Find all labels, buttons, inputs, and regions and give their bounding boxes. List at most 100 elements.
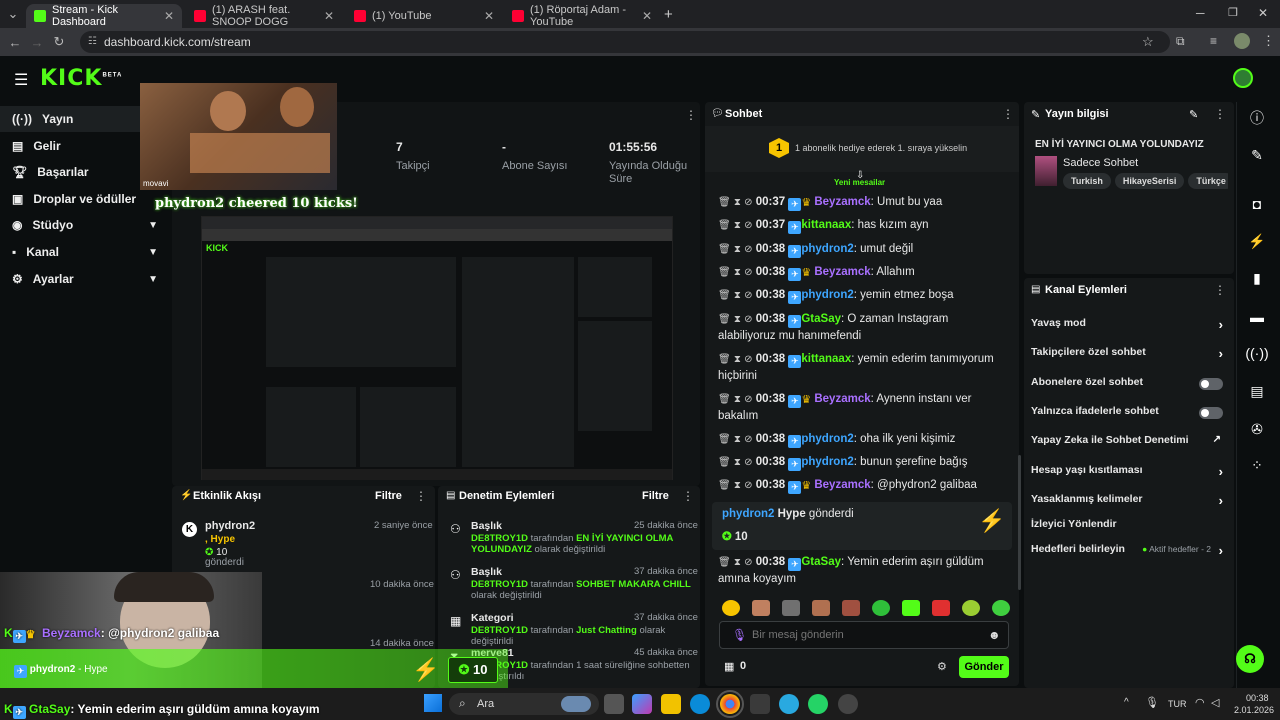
chevron-right-icon[interactable]: › bbox=[1219, 317, 1223, 332]
message-user[interactable]: phydron2 bbox=[801, 433, 853, 445]
language-indicator[interactable]: TUR bbox=[1168, 699, 1187, 709]
minimize-icon[interactable]: ─ bbox=[1196, 6, 1205, 20]
ban-icon[interactable]: ⊘ bbox=[744, 480, 752, 491]
ban-icon[interactable]: ⊘ bbox=[744, 197, 752, 208]
emote-icon[interactable] bbox=[902, 600, 920, 616]
app-icon[interactable] bbox=[838, 694, 858, 714]
taskbar-search[interactable]: ⌕ Ara bbox=[449, 693, 599, 715]
emote-icon[interactable] bbox=[842, 600, 860, 616]
chat-message[interactable]: 🗑︎ ⧗ ⊘ 00:38 ✈ kittanaax: yemin ederim ta… bbox=[718, 351, 1008, 385]
trash-icon[interactable]: 🗑︎ bbox=[718, 557, 731, 568]
message-user[interactable]: Beyzamck bbox=[814, 196, 870, 208]
tab-arash[interactable]: (1) ARASH feat. SNOOP DOGG ✕ bbox=[186, 4, 342, 28]
forward-icon[interactable]: → bbox=[26, 35, 48, 50]
trash-icon[interactable]: 🗑︎ bbox=[718, 394, 731, 405]
message-user[interactable]: phydron2 bbox=[801, 243, 853, 255]
tag[interactable]: Turkish bbox=[1063, 173, 1111, 189]
edge-icon[interactable] bbox=[690, 694, 710, 714]
channel-action-row[interactable]: Takipçilere özel sohbet › bbox=[1031, 346, 1229, 364]
trash-icon[interactable]: 🗑︎ bbox=[718, 244, 731, 255]
wrench-icon[interactable]: ✇ bbox=[1234, 414, 1280, 444]
channel-action-row[interactable]: Yavaş mod › bbox=[1031, 317, 1229, 335]
tab-youtube[interactable]: (1) YouTube ✕ bbox=[346, 4, 502, 28]
chat-message[interactable]: 🗑︎ ⧗ ⊘ 00:37 ✈ ♛ Beyzamck: Umut bu yaa bbox=[718, 194, 1008, 211]
emote-icon[interactable] bbox=[782, 600, 800, 616]
timeout-icon[interactable]: ⧗ bbox=[734, 557, 741, 568]
close-icon[interactable]: ✕ bbox=[164, 9, 174, 23]
message-user[interactable]: Beyzamck bbox=[814, 479, 870, 491]
activity-more-icon[interactable]: ⋮ bbox=[415, 489, 427, 503]
timeout-icon[interactable]: ⧗ bbox=[734, 220, 741, 231]
close-icon[interactable]: ✕ bbox=[484, 9, 494, 23]
channel-action-row[interactable]: Hedefleri belirleyin ● Aktif hedefler - 2… bbox=[1031, 543, 1229, 561]
message-user[interactable]: kittanaax bbox=[801, 353, 851, 365]
chat-bubble-icon[interactable]: ▬ bbox=[1234, 302, 1280, 332]
edit-icon[interactable]: ✎ bbox=[1189, 108, 1198, 121]
document-icon[interactable]: ▮ bbox=[1234, 263, 1280, 293]
flash-icon[interactable]: ⚡ bbox=[1234, 226, 1280, 256]
broadcast-rail-icon[interactable]: ((·)) bbox=[1234, 338, 1280, 368]
clock-date[interactable]: 2.01.2026 bbox=[1234, 705, 1274, 715]
sidebar-item-studyo[interactable]: ◉ Stüdyo ▼ bbox=[0, 212, 170, 238]
chat-message[interactable]: 🗑︎ ⧗ ⊘ 00:38 ✈ phydron2: bunun şerefine b… bbox=[718, 454, 1008, 471]
ban-icon[interactable]: ⊘ bbox=[744, 267, 752, 278]
trash-icon[interactable]: 🗑︎ bbox=[718, 197, 731, 208]
ban-icon[interactable]: ⊘ bbox=[744, 557, 752, 568]
chat-scrollbar[interactable] bbox=[1018, 455, 1021, 590]
chat-message[interactable]: 🗑︎ ⧗ ⊘ 00:38 ✈ phydron2: yemin etmez boşa bbox=[718, 287, 1008, 304]
trash-icon[interactable]: 🗑︎ bbox=[718, 267, 731, 278]
file-explorer-icon[interactable] bbox=[661, 694, 681, 714]
timeout-icon[interactable]: ⧗ bbox=[734, 244, 741, 255]
new-tab-icon[interactable]: + bbox=[664, 6, 673, 23]
mic-tray-icon[interactable]: 🎙︎ bbox=[1145, 696, 1159, 709]
store-icon[interactable] bbox=[750, 694, 770, 714]
emote-icon[interactable] bbox=[932, 600, 950, 616]
chevron-right-icon[interactable]: › bbox=[1219, 346, 1223, 361]
trash-icon[interactable]: 🗑︎ bbox=[718, 354, 731, 365]
activity-filter-button[interactable]: Filtre bbox=[375, 490, 402, 502]
timeout-icon[interactable]: ⧗ bbox=[734, 267, 741, 278]
ban-icon[interactable]: ⊘ bbox=[744, 220, 752, 231]
tab-search-icon[interactable]: ⌄ bbox=[2, 6, 24, 22]
telegram-icon[interactable] bbox=[779, 694, 799, 714]
bookmark-star-icon[interactable]: ☆ bbox=[1142, 34, 1154, 50]
extensions-icon[interactable]: ⧉ bbox=[1176, 34, 1185, 49]
tab-roportaj[interactable]: (1) Röportaj Adam - YouTube ✕ bbox=[504, 4, 660, 28]
copilot-icon[interactable] bbox=[632, 694, 652, 714]
task-view-icon[interactable] bbox=[604, 694, 624, 714]
timeout-icon[interactable]: ⧗ bbox=[734, 480, 741, 491]
sidebar-item-kanal[interactable]: ▪ Kanal ▼ bbox=[0, 239, 170, 265]
ban-icon[interactable]: ⊘ bbox=[744, 457, 752, 468]
timeout-icon[interactable]: ⧗ bbox=[734, 197, 741, 208]
message-user[interactable]: GtaSay bbox=[801, 556, 841, 568]
kick-logo[interactable]: KICKBETA bbox=[40, 66, 122, 91]
apps-icon[interactable]: ⁘ bbox=[1234, 450, 1280, 480]
maximize-icon[interactable]: ❐ bbox=[1228, 6, 1238, 19]
emote-icon[interactable] bbox=[872, 600, 890, 616]
message-user[interactable]: phydron2 bbox=[801, 456, 853, 468]
emote-icon[interactable] bbox=[812, 600, 830, 616]
ban-icon[interactable]: ⊘ bbox=[744, 434, 752, 445]
chevron-right-icon[interactable]: › bbox=[1219, 464, 1223, 479]
tray-chevron-icon[interactable]: ^ bbox=[1124, 697, 1129, 708]
toggle-switch[interactable] bbox=[1199, 407, 1223, 419]
window-close-icon[interactable]: ✕ bbox=[1258, 6, 1268, 20]
message-user[interactable]: Beyzamck bbox=[814, 266, 870, 278]
back-icon[interactable]: ← bbox=[4, 35, 26, 50]
channel-action-row[interactable]: Hesap yaşı kısıtlaması › bbox=[1031, 464, 1229, 482]
address-bar[interactable]: ☷ dashboard.kick.com/stream bbox=[80, 31, 1170, 53]
site-info-icon[interactable]: ☷ bbox=[88, 31, 97, 53]
gift-leaderboard[interactable]: 1 1 abonelik hediye ederek 1. sıraya yük… bbox=[705, 126, 1019, 172]
clock-time[interactable]: 00:38 bbox=[1246, 693, 1269, 703]
close-icon[interactable]: ✕ bbox=[642, 9, 652, 23]
moderation-more-icon[interactable]: ⋮ bbox=[682, 489, 694, 503]
chat-message[interactable]: 🗑︎ ⧗ ⊘ 00:37 ✈ kittanaax: has kızım ayn bbox=[718, 217, 1008, 234]
trash-icon[interactable]: 🗑︎ bbox=[718, 434, 731, 445]
edit-pen-icon[interactable]: ✎ bbox=[1234, 140, 1280, 170]
trash-icon[interactable]: 🗑︎ bbox=[718, 480, 731, 491]
timeout-icon[interactable]: ⧗ bbox=[734, 290, 741, 301]
timeout-icon[interactable]: ⧗ bbox=[734, 457, 741, 468]
ban-icon[interactable]: ⊘ bbox=[744, 394, 752, 405]
emote-icon[interactable] bbox=[992, 600, 1010, 616]
sidebar-item-ayarlar[interactable]: ⚙ Ayarlar ▼ bbox=[0, 266, 170, 292]
